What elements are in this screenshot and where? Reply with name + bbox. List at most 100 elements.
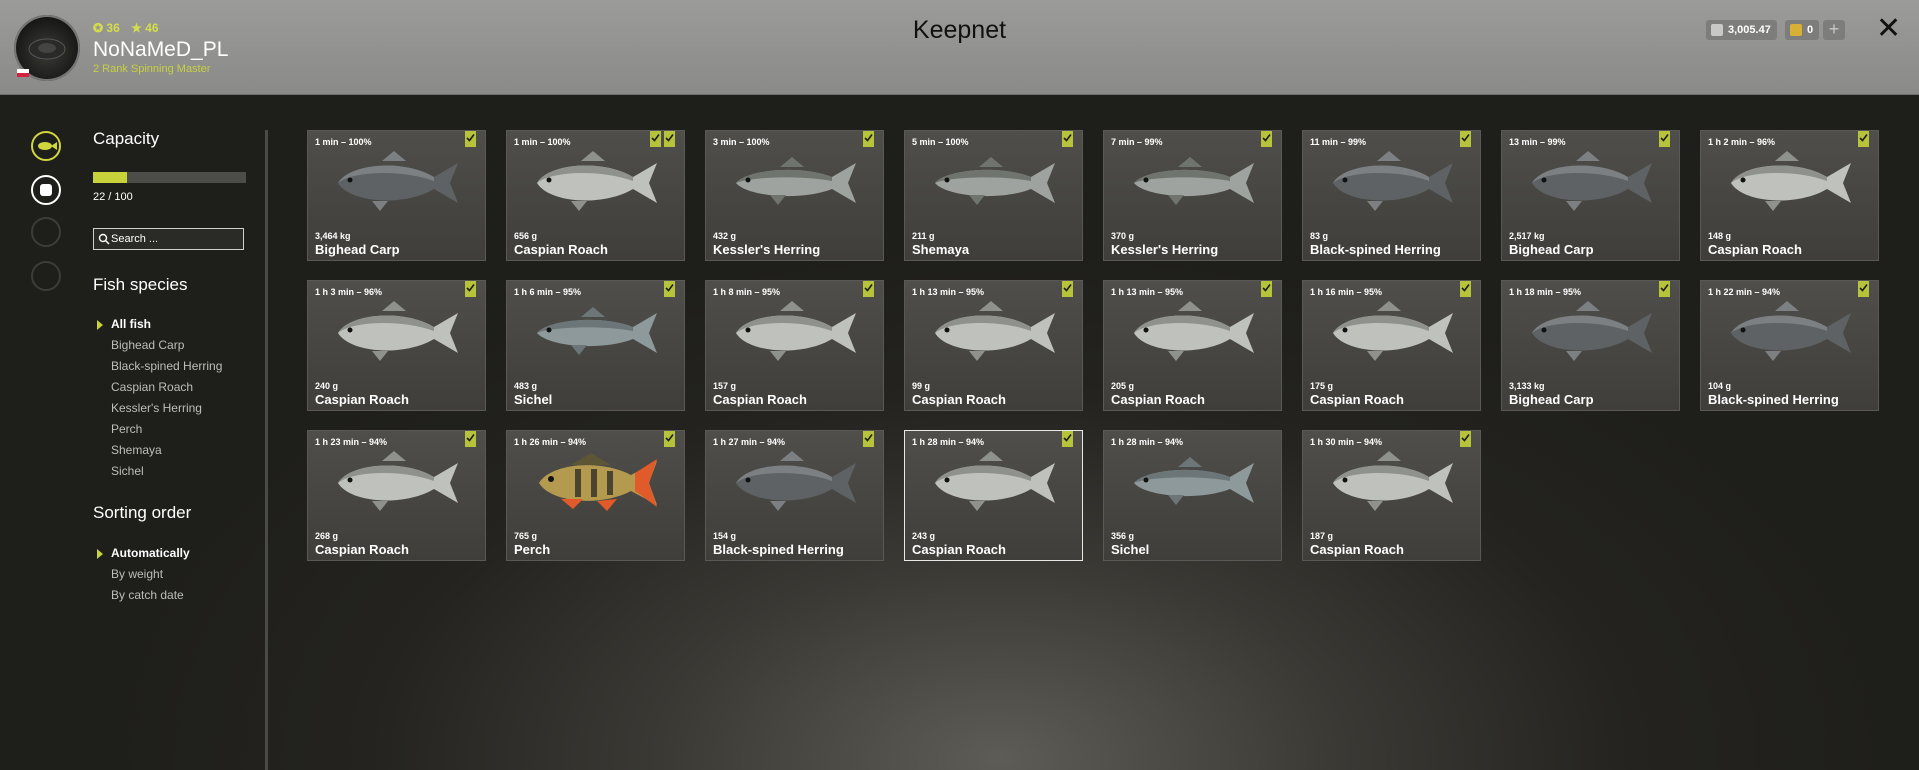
fish-card[interactable]: 11 min – 99% 83 g Black-spined Herring: [1302, 130, 1481, 261]
fish-name: Caspian Roach: [315, 542, 409, 557]
silver-amount: 3,005.47: [1728, 24, 1771, 36]
species-filter-item-1[interactable]: Bighead Carp: [93, 335, 222, 356]
catch-badge-icon: [664, 431, 675, 447]
species-filter-item-5[interactable]: Perch: [93, 419, 222, 440]
fish-card[interactable]: 1 h 22 min – 94% 104 g Black-spined Herrin…: [1700, 280, 1879, 411]
catch-time: 1 h 6 min – 95%: [514, 287, 582, 297]
catch-badge-icon: [1858, 131, 1869, 147]
catch-badge-icon: [1460, 281, 1471, 297]
fish-name: Caspian Roach: [1310, 392, 1404, 407]
fish-card[interactable]: 1 h 13 min – 95% 205 g Caspian Roach: [1103, 280, 1282, 411]
fish-card[interactable]: 1 min – 100% 3,464 kg Bighead Carp: [307, 130, 486, 261]
species-filter-item-7[interactable]: Sichel: [93, 461, 222, 482]
catch-badge-icon: [664, 281, 675, 297]
fish-image: [929, 451, 1061, 518]
catch-badge-icon: [1460, 431, 1471, 447]
silver-balance: 3,005.47: [1706, 20, 1777, 40]
species-filter-item-6[interactable]: Shemaya: [93, 440, 222, 461]
fish-image: [332, 301, 464, 368]
fish-name: Black-spined Herring: [713, 542, 844, 557]
capacity-count: 22 / 100: [93, 191, 133, 203]
search-input[interactable]: [111, 231, 239, 247]
fish-card[interactable]: 1 h 26 min – 94% 765 g Perch: [506, 430, 685, 561]
fish-card[interactable]: 7 min – 99% 370 g Kessler's Herring: [1103, 130, 1282, 261]
catch-badge-icon: [1659, 281, 1670, 297]
sorting-title: Sorting order: [93, 503, 192, 522]
fish-image: [1128, 451, 1260, 518]
fish-name: Caspian Roach: [514, 242, 608, 257]
gold-amount: 0: [1807, 24, 1814, 36]
catch-time: 11 min – 99%: [1310, 137, 1367, 147]
fish-card[interactable]: 1 h 8 min – 95% 157 g Caspian Roach: [705, 280, 884, 411]
fish-card[interactable]: 1 h 3 min – 96% 240 g Caspian Roach: [307, 280, 486, 411]
fish-image: [730, 151, 862, 218]
catch-time: 1 h 30 min – 94%: [1310, 437, 1383, 447]
add-currency-button[interactable]: +: [1823, 20, 1845, 40]
fish-weight: 432 g: [713, 231, 737, 241]
fish-card[interactable]: 1 min – 100% 656 g Caspian Roach: [506, 130, 685, 261]
flag-icon: [17, 69, 29, 77]
fish-weight: 268 g: [315, 531, 339, 541]
fish-weight: 2,517 kg: [1509, 231, 1545, 241]
sort-option-1[interactable]: By weight: [93, 564, 190, 585]
catch-time: 1 h 13 min – 95%: [1111, 287, 1184, 297]
species-filter-item-2[interactable]: Black-spined Herring: [93, 356, 222, 377]
fish-card[interactable]: 1 h 28 min – 94% 243 g Caspian Roach: [904, 430, 1083, 561]
catch-time: 1 min – 100%: [315, 137, 372, 147]
keepnet-tab-icon[interactable]: [31, 131, 61, 161]
bag-tab-icon[interactable]: [31, 175, 61, 205]
capacity-fill: [93, 172, 127, 183]
catch-time: 1 h 18 min – 95%: [1509, 287, 1582, 297]
sort-option-2[interactable]: By catch date: [93, 585, 190, 606]
search-icon: [98, 233, 110, 245]
fish-card[interactable]: 1 h 2 min – 96% 148 g Caspian Roach: [1700, 130, 1879, 261]
search-box[interactable]: [93, 228, 244, 250]
page-title: Keepnet: [912, 16, 1007, 44]
catch-time: 1 h 16 min – 95%: [1310, 287, 1383, 297]
fish-card[interactable]: 5 min – 100% 211 g Shemaya: [904, 130, 1083, 261]
fish-card[interactable]: 1 h 13 min – 95% 99 g Caspian Roach: [904, 280, 1083, 411]
catch-time: 1 h 28 min – 94%: [912, 437, 985, 447]
fish-weight: 175 g: [1310, 381, 1334, 391]
capacity-title: Capacity: [93, 129, 160, 148]
species-filter-item-3[interactable]: Caspian Roach: [93, 377, 222, 398]
fish-card[interactable]: 1 h 28 min – 94% 356 g Sichel: [1103, 430, 1282, 561]
fish-image: [332, 451, 464, 518]
fish-card[interactable]: 13 min – 99% 2,517 kg Bighead Carp: [1501, 130, 1680, 261]
fish-weight: 99 g: [912, 381, 931, 391]
fish-weight: 148 g: [1708, 231, 1732, 241]
close-icon[interactable]: ✕: [1876, 14, 1901, 44]
fish-card[interactable]: 3 min – 100% 432 g Kessler's Herring: [705, 130, 884, 261]
fish-image: [1128, 301, 1260, 368]
home-tab-icon[interactable]: [31, 261, 61, 291]
fish-image: [531, 301, 663, 368]
fish-image: [1526, 151, 1658, 218]
catch-badge-icon: [664, 131, 675, 147]
sidebar-divider: [265, 130, 268, 770]
fish-image: [929, 151, 1061, 218]
fish-weight: 3,133 kg: [1509, 381, 1545, 391]
species-filter-item-0[interactable]: All fish: [93, 314, 222, 335]
fish-card[interactable]: 1 h 16 min – 95% 175 g Caspian Roach: [1302, 280, 1481, 411]
fish-name: Bighead Carp: [1509, 242, 1594, 257]
fish-weight: 243 g: [912, 531, 936, 541]
species-filter-list: All fish Bighead Carp Black-spined Herring…: [93, 314, 222, 482]
fish-name: Black-spined Herring: [1310, 242, 1441, 257]
fish-weight: 157 g: [713, 381, 737, 391]
fish-card[interactable]: 1 h 27 min – 94% 154 g Black-spined Herrin…: [705, 430, 884, 561]
catch-time: 1 h 3 min – 96%: [315, 287, 383, 297]
trophy-tab-icon[interactable]: [31, 217, 61, 247]
fish-image: [1725, 301, 1857, 368]
sort-option-0[interactable]: Automatically: [93, 543, 190, 564]
fish-image: [1526, 301, 1658, 368]
fish-card[interactable]: 1 h 18 min – 95% 3,133 kg Bighead Carp: [1501, 280, 1680, 411]
fish-name: Bighead Carp: [1509, 392, 1594, 407]
fish-card[interactable]: 1 h 30 min – 94% 187 g Caspian Roach: [1302, 430, 1481, 561]
catch-badge-icon: [465, 281, 476, 297]
species-filter-item-4[interactable]: Kessler's Herring: [93, 398, 222, 419]
fish-image: [531, 451, 663, 518]
fish-card[interactable]: 1 h 23 min – 94% 268 g Caspian Roach: [307, 430, 486, 561]
fish-name: Kessler's Herring: [1111, 242, 1219, 257]
fish-card[interactable]: 1 h 6 min – 95% 483 g Sichel: [506, 280, 685, 411]
fish-name: Caspian Roach: [912, 542, 1006, 557]
